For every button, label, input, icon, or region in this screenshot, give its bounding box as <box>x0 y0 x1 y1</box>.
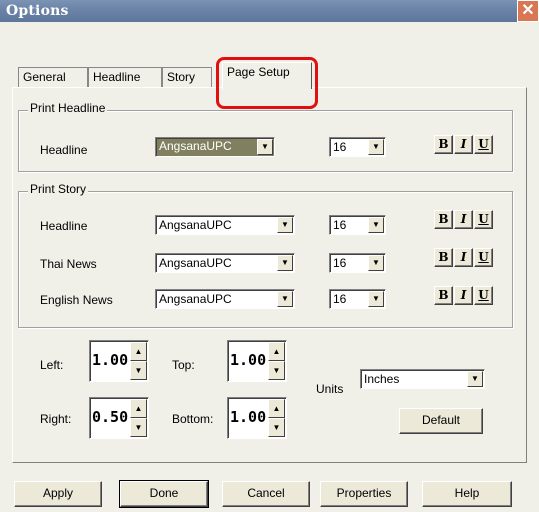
units-select[interactable]: Inches ▼ <box>360 369 485 389</box>
spin-down-icon[interactable]: ▼ <box>268 361 285 380</box>
italic-button[interactable]: I <box>454 210 473 229</box>
tab-headline[interactable]: Headline <box>88 67 162 87</box>
chevron-down-icon[interactable]: ▼ <box>368 255 384 271</box>
english-news-font-select[interactable]: AngsanaUPC ▼ <box>155 289 295 309</box>
print-headline-label: Headline <box>40 143 88 157</box>
underline-button[interactable]: U <box>474 135 493 154</box>
italic-button[interactable]: I <box>454 286 473 305</box>
chevron-down-icon[interactable]: ▼ <box>368 291 384 307</box>
thai-news-label: Thai News <box>40 257 97 271</box>
spin-up-icon[interactable]: ▲ <box>268 399 285 418</box>
font-value: AngsanaUPC <box>157 139 234 153</box>
chevron-down-icon[interactable]: ▼ <box>368 217 384 233</box>
help-button[interactable]: Help <box>422 481 512 507</box>
italic-button[interactable]: I <box>454 248 473 267</box>
print-headline-legend: Print Headline <box>28 101 108 115</box>
bold-button[interactable]: B <box>434 210 453 229</box>
thai-news-font-select[interactable]: AngsanaUPC ▼ <box>155 253 295 273</box>
tab-general-label: General <box>23 70 66 84</box>
chevron-down-icon[interactable]: ▼ <box>467 371 483 387</box>
italic-button[interactable]: I <box>454 135 473 154</box>
apply-button-label: Apply <box>42 486 74 500</box>
chevron-down-icon[interactable]: ▼ <box>368 139 384 155</box>
properties-button[interactable]: Properties <box>320 481 408 507</box>
underline-button[interactable]: U <box>474 286 493 305</box>
chevron-down-icon[interactable]: ▼ <box>277 217 293 233</box>
cancel-button-label: Cancel <box>247 486 285 500</box>
left-margin-spinner[interactable]: 1.00 ▲ ▼ <box>89 340 149 382</box>
english-news-size-select[interactable]: 16 ▼ <box>329 289 386 309</box>
size-value: 16 <box>333 292 347 306</box>
close-icon[interactable]: ✕ <box>517 0 539 22</box>
bold-button[interactable]: B <box>434 286 453 305</box>
spin-up-icon[interactable]: ▲ <box>130 399 147 418</box>
story-headline-label: Headline <box>40 219 88 233</box>
bottom-margin-label: Bottom: <box>172 412 214 426</box>
left-margin-label: Left: <box>40 358 64 372</box>
top-margin-value[interactable]: 1.00 <box>230 351 266 369</box>
right-margin-spinner[interactable]: 0.50 ▲ ▼ <box>89 397 149 439</box>
default-button-label: Default <box>421 413 461 427</box>
spin-up-icon[interactable]: ▲ <box>268 342 285 361</box>
english-news-label: English News <box>40 293 113 307</box>
units-value: Inches <box>364 372 400 386</box>
tab-general[interactable]: General <box>18 67 88 87</box>
spin-down-icon[interactable]: ▼ <box>268 418 285 437</box>
spin-down-icon[interactable]: ▼ <box>130 418 147 437</box>
font-value: AngsanaUPC <box>159 292 232 306</box>
font-value: AngsanaUPC <box>159 218 232 232</box>
done-button[interactable]: Done <box>119 480 209 508</box>
print-story-legend: Print Story <box>28 182 89 196</box>
left-margin-value[interactable]: 1.00 <box>92 351 128 369</box>
size-value: 16 <box>333 218 347 232</box>
size-value: 16 <box>333 256 347 270</box>
right-margin-value[interactable]: 0.50 <box>92 408 128 426</box>
font-value: AngsanaUPC <box>159 256 232 270</box>
title-bar: Options ✕ <box>0 0 539 22</box>
bold-button[interactable]: B <box>434 248 453 267</box>
underline-button[interactable]: U <box>474 210 493 229</box>
story-headline-font-select[interactable]: AngsanaUPC ▼ <box>155 215 295 235</box>
cancel-button[interactable]: Cancel <box>222 481 310 507</box>
spin-down-icon[interactable]: ▼ <box>130 361 147 380</box>
top-margin-label: Top: <box>172 358 195 372</box>
top-margin-spinner[interactable]: 1.00 ▲ ▼ <box>227 340 287 382</box>
story-headline-size-select[interactable]: 16 ▼ <box>329 215 386 235</box>
bottom-margin-spinner[interactable]: 1.00 ▲ ▼ <box>227 397 287 439</box>
done-button-label: Done <box>149 486 179 500</box>
highlight-annotation <box>216 57 318 109</box>
bottom-margin-value[interactable]: 1.00 <box>230 408 266 426</box>
print-headline-size-select[interactable]: 16 ▼ <box>329 137 386 157</box>
print-headline-font-select[interactable]: AngsanaUPC ▼ <box>155 137 275 157</box>
tab-story[interactable]: Story <box>162 67 212 87</box>
chevron-down-icon[interactable]: ▼ <box>277 291 293 307</box>
right-margin-label: Right: <box>40 412 72 426</box>
size-value: 16 <box>333 140 347 154</box>
underline-button[interactable]: U <box>474 248 493 267</box>
bold-button[interactable]: B <box>434 135 453 154</box>
window-title: Options <box>6 3 69 19</box>
spin-up-icon[interactable]: ▲ <box>130 342 147 361</box>
tab-headline-label: Headline <box>93 70 141 84</box>
help-button-label: Help <box>454 486 480 500</box>
apply-button[interactable]: Apply <box>14 481 102 507</box>
tab-story-label: Story <box>167 70 196 84</box>
thai-news-size-select[interactable]: 16 ▼ <box>329 253 386 273</box>
default-button[interactable]: Default <box>399 408 483 434</box>
chevron-down-icon[interactable]: ▼ <box>257 139 273 155</box>
chevron-down-icon[interactable]: ▼ <box>277 255 293 271</box>
units-label: Units <box>316 382 344 396</box>
properties-button-label: Properties <box>336 486 392 500</box>
